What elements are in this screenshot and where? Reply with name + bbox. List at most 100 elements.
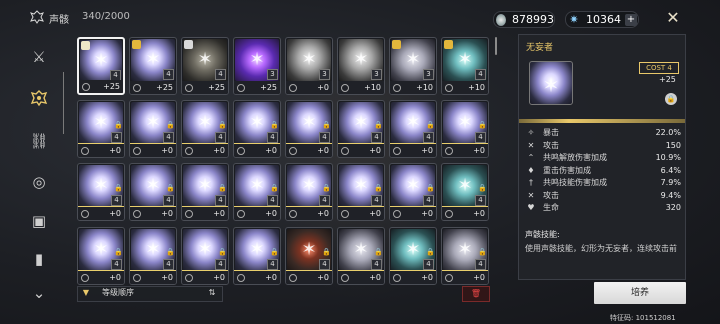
discard-button[interactable]: 🗑 — [462, 286, 490, 302]
echo-art-icon: ✶ — [197, 49, 213, 70]
echo-card[interactable]: ✶ 🔒 4 +0 — [129, 163, 177, 221]
grid-scrollbar[interactable] — [495, 37, 497, 55]
gold-divider — [519, 119, 685, 123]
lock-icon: 🔒 — [270, 184, 279, 192]
echo-card[interactable]: ✶ 🔒 4 +0 — [285, 227, 333, 285]
card-footer: +0 — [390, 207, 436, 220]
sonata-icon — [237, 146, 245, 155]
lock-icon: 🔒 — [374, 184, 383, 192]
sonata-icon — [185, 83, 193, 92]
echo-card[interactable]: ✶ 4 +25 — [77, 37, 125, 95]
sort-order-toggle-icon[interactable]: ⇅ — [206, 288, 218, 298]
echo-card[interactable]: ✶ 🔒 4 +0 — [181, 163, 229, 221]
sidebar-item-cassette[interactable]: ▣ — [26, 208, 52, 234]
lock-icon: 🔒 — [166, 248, 175, 256]
train-button[interactable]: 培养 — [594, 282, 686, 304]
echo-level: +25 — [103, 82, 120, 91]
echo-card[interactable]: ✶ 3 +10 — [389, 37, 437, 95]
lock-icon[interactable]: 🔒 — [665, 93, 677, 105]
sidebar-item-journal[interactable]: ▮ — [26, 246, 52, 272]
stat-name: 攻击 — [543, 190, 559, 200]
cassette-icon: ▣ — [31, 212, 47, 230]
echo-card[interactable]: ✶ 🔒 4 +0 — [441, 227, 489, 285]
sort-dropdown[interactable]: 等级顺序 — [102, 288, 134, 298]
echo-card[interactable]: ✶ 3 +0 — [285, 37, 333, 95]
echo-art-icon: ✶ — [301, 49, 317, 70]
card-footer: +0 — [182, 271, 228, 284]
set-badge-icon — [81, 41, 90, 50]
add-crystal-button[interactable]: + — [625, 13, 637, 26]
sidebar-item-chain[interactable]: ⛓ — [26, 128, 52, 154]
lock-icon: 🔒 — [218, 248, 227, 256]
cost-label: 4 — [215, 132, 226, 143]
echo-card[interactable]: ✶ 🔒 4 +0 — [129, 100, 177, 158]
echo-card[interactable]: ✶ 🔒 4 +0 — [233, 163, 281, 221]
echo-card[interactable]: ✶ 🔒 4 +0 — [337, 163, 385, 221]
echo-card[interactable]: ✶ 🔒 4 +0 — [77, 227, 125, 285]
filter-icon[interactable]: ▼ — [80, 288, 92, 298]
skill-icon: † — [529, 178, 533, 187]
cost-label: 4 — [319, 195, 330, 206]
sidebar-item-weapon[interactable]: ⚔ — [26, 44, 52, 70]
cost-label: 3 — [319, 69, 330, 80]
lock-icon: 🔒 — [166, 121, 175, 129]
echo-card[interactable]: ✶ 🔒 4 +0 — [181, 100, 229, 158]
sidebar-item-target[interactable]: ◎ — [26, 169, 52, 195]
stat-value: 320 — [665, 203, 681, 212]
sonata-icon — [341, 146, 349, 155]
echo-card[interactable]: ✶ 🔒 4 +0 — [77, 163, 125, 221]
sonata-icon — [237, 209, 245, 218]
cost-label: 4 — [111, 132, 122, 143]
cost-label: 4 — [475, 132, 486, 143]
echo-card[interactable]: ✶ 🔒 4 +0 — [285, 163, 333, 221]
echo-card[interactable]: ✶ 🔒 4 +0 — [441, 163, 489, 221]
echo-level: +0 — [265, 146, 277, 155]
cost-label: 4 — [267, 259, 278, 270]
echo-level: +0 — [213, 146, 225, 155]
sonata-icon — [289, 83, 297, 92]
sidebar-item-more[interactable]: ⌄ — [26, 284, 52, 302]
sonata-icon — [445, 146, 453, 155]
echo-card[interactable]: ✶ 🔒 4 +0 — [389, 227, 437, 285]
lock-icon: 🔒 — [114, 248, 123, 256]
sidebar-item-echo[interactable] — [26, 85, 52, 111]
echo-card[interactable]: ✶ 🔒 4 +0 — [233, 100, 281, 158]
echo-card[interactable]: ✶ 🔒 4 +0 — [129, 227, 177, 285]
echo-card[interactable]: ✶ 🔒 4 +0 — [337, 100, 385, 158]
echo-card[interactable]: ✶ 3 +10 — [337, 37, 385, 95]
cost-label: 4 — [475, 69, 486, 80]
card-footer: +10 — [442, 81, 488, 94]
echo-card[interactable]: ✶ 🔒 4 +0 — [181, 227, 229, 285]
sonata-icon — [393, 146, 401, 155]
echo-detail-panel: 无妄者 ✶ COST 4 +25 🔒 ✧ 暴击 22.0% ✕ 攻击 150 ⌃ 共鸣解放伤害… — [518, 34, 686, 280]
echo-level: +0 — [369, 273, 381, 282]
echo-card[interactable]: ✶ 🔒 4 +0 — [233, 227, 281, 285]
echo-card[interactable]: ✶ 4 +10 — [441, 37, 489, 95]
card-footer: +0 — [442, 271, 488, 284]
sonata-icon — [289, 273, 297, 282]
echo-card[interactable]: ✶ 3 +25 — [233, 37, 281, 95]
sonata-icon — [341, 83, 349, 92]
echo-level: +0 — [421, 273, 433, 282]
echo-card[interactable]: ✶ 🔒 4 +0 — [389, 100, 437, 158]
attack-icon: ✕ — [527, 140, 535, 150]
echo-card[interactable]: ✶ 4 +25 — [129, 37, 177, 95]
lock-icon: 🔒 — [270, 121, 279, 129]
echo-level: +0 — [421, 209, 433, 218]
cost-label: 3 — [267, 69, 278, 80]
echo-card[interactable]: ✶ 🔒 4 +0 — [441, 100, 489, 158]
card-footer: +0 — [234, 271, 280, 284]
echo-card[interactable]: ✶ 4 +25 — [181, 37, 229, 95]
echo-card[interactable]: ✶ 🔒 4 +0 — [337, 227, 385, 285]
uid-text: 特征码: 101512081 — [610, 314, 676, 322]
echo-card[interactable]: ✶ 🔒 4 +0 — [77, 100, 125, 158]
close-icon[interactable]: ✕ — [664, 9, 682, 27]
echo-card[interactable]: ✶ 🔒 4 +0 — [285, 100, 333, 158]
sonata-icon — [289, 209, 297, 218]
lock-icon: 🔒 — [218, 121, 227, 129]
card-footer: +25 — [182, 81, 228, 94]
sort-bar — [77, 286, 223, 302]
set-badge-icon — [132, 40, 141, 49]
echo-level: +10 — [416, 83, 433, 92]
echo-card[interactable]: ✶ 🔒 4 +0 — [389, 163, 437, 221]
